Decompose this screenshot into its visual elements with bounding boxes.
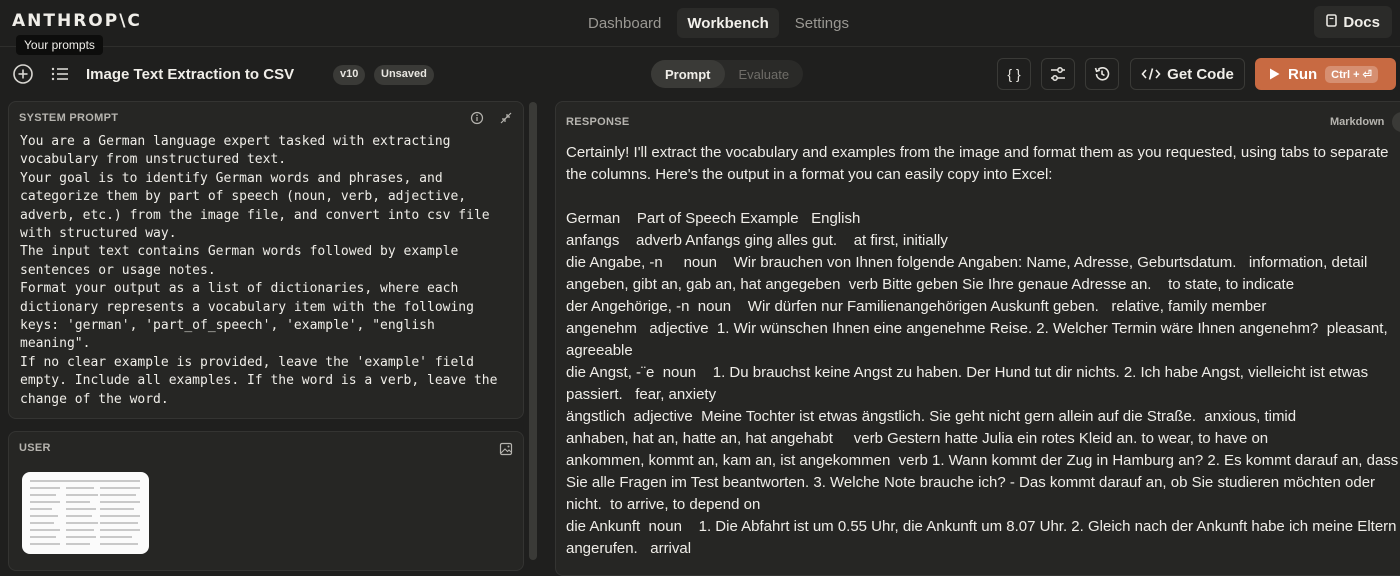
system-prompt-label: SYSTEM PROMPT: [19, 112, 119, 124]
system-prompt-text[interactable]: You are a German language expert tasked …: [20, 133, 510, 409]
prompt-title[interactable]: Image Text Extraction to CSV: [86, 66, 294, 83]
run-shortcut-hint: Ctrl + ⏎: [1325, 65, 1378, 83]
sliders-icon: [1051, 67, 1065, 81]
response-text: Certainly! I'll extract the vocabulary a…: [566, 144, 1399, 557]
run-label: Run: [1288, 65, 1318, 83]
model-settings-button[interactable]: [1041, 58, 1075, 90]
format-toggle-switch[interactable]: [1392, 112, 1400, 132]
mode-switcher: Prompt Evaluate: [651, 60, 804, 88]
system-prompt-panel: SYSTEM PROMPT You are a German language …: [8, 101, 524, 419]
top-navigation: ANTHROP\C Dashboard Workbench Settings D…: [0, 0, 1400, 47]
version-badge[interactable]: v10: [333, 65, 366, 85]
get-code-button[interactable]: Get Code: [1130, 58, 1245, 90]
code-icon: [1141, 68, 1161, 80]
info-icon[interactable]: [470, 111, 484, 125]
run-button[interactable]: Run Ctrl + ⏎: [1255, 58, 1396, 90]
tab-prompt[interactable]: Prompt: [651, 60, 725, 88]
your-prompts-tooltip: Your prompts: [16, 35, 103, 55]
uploaded-image-thumbnail[interactable]: [22, 472, 149, 554]
history-icon: [1094, 67, 1110, 81]
prompt-toolbar: Image Text Extraction to CSV v10 Unsaved…: [0, 48, 1400, 100]
response-label: RESPONSE: [566, 116, 630, 128]
image-upload-icon[interactable]: [499, 442, 513, 456]
user-label: USER: [19, 442, 51, 454]
prompts-list-button[interactable]: [47, 61, 73, 87]
history-button[interactable]: [1085, 58, 1119, 90]
plus-circle-icon: [13, 64, 33, 84]
docs-label: Docs: [1343, 13, 1380, 31]
new-prompt-button[interactable]: [10, 61, 36, 87]
docs-button[interactable]: Docs: [1314, 6, 1392, 38]
list-icon: [51, 67, 68, 81]
tab-evaluate[interactable]: Evaluate: [725, 60, 804, 88]
main-nav-tabs: Dashboard Workbench Settings: [578, 8, 859, 38]
collapse-icon[interactable]: [499, 111, 513, 125]
user-message-panel: USER: [8, 431, 524, 571]
braces-icon: { }: [1007, 66, 1021, 82]
document-icon: [1326, 13, 1338, 31]
panel-divider-scrollbar[interactable]: [529, 102, 537, 560]
get-code-label: Get Code: [1167, 65, 1234, 83]
anthropic-logo[interactable]: ANTHROP\C: [12, 11, 142, 31]
nav-tab-settings[interactable]: Settings: [785, 8, 859, 38]
response-panel: RESPONSE Markdown Certainly! I'll extrac…: [555, 101, 1400, 576]
nav-tab-workbench[interactable]: Workbench: [677, 8, 779, 38]
nav-tab-dashboard[interactable]: Dashboard: [578, 8, 671, 38]
unsaved-status-badge: Unsaved: [374, 65, 434, 85]
variables-button[interactable]: { }: [997, 58, 1031, 90]
play-icon: [1270, 68, 1280, 80]
format-toggle-markdown[interactable]: Markdown: [1330, 116, 1384, 128]
